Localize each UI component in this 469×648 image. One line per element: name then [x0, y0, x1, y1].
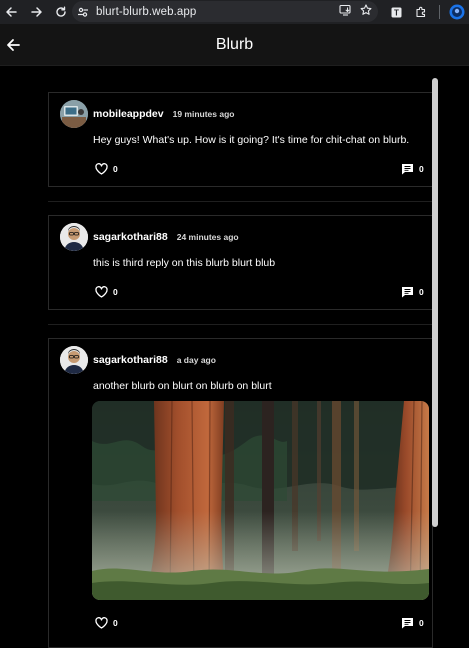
post-time: a day ago	[176, 355, 216, 365]
heart-icon	[95, 163, 108, 175]
comment-count: 0	[419, 287, 424, 297]
site-info-icon[interactable]	[72, 1, 94, 22]
browser-back-button[interactable]	[0, 2, 22, 22]
post-card[interactable]: mobileappdev 19 minutes ago Hey guys! Wha…	[48, 92, 433, 187]
heart-icon	[95, 617, 108, 629]
post-text: another blurb on blurt on blurb on blurt	[93, 380, 272, 392]
avatar[interactable]	[60, 223, 88, 251]
extensions-puzzle-icon[interactable]	[414, 3, 428, 21]
bookmark-star-icon[interactable]	[360, 3, 372, 21]
extension-icon-1[interactable]: T	[390, 3, 402, 21]
comment-icon	[402, 618, 413, 629]
heart-icon	[95, 286, 108, 298]
like-button[interactable]: 0	[95, 617, 118, 629]
post-header: sagarkothari88 a day ago	[93, 354, 216, 366]
like-button[interactable]: 0	[95, 286, 118, 298]
username[interactable]: mobileappdev	[93, 108, 164, 120]
post-header: mobileappdev 19 minutes ago	[93, 108, 235, 120]
avatar[interactable]	[60, 100, 88, 128]
scrollbar[interactable]	[432, 78, 438, 527]
profile-avatar-icon[interactable]	[448, 3, 466, 21]
page-title: Blurb	[215, 36, 254, 53]
post-card[interactable]: sagarkothari88 a day ago another blurb on…	[48, 338, 433, 648]
arrow-left-icon	[6, 7, 17, 17]
app-header: Blurb	[0, 24, 469, 66]
browser-forward-button[interactable]	[26, 2, 48, 22]
comment-count: 0	[419, 164, 424, 174]
scrollbar-thumb[interactable]	[432, 78, 438, 527]
comment-button[interactable]: 0	[401, 163, 424, 175]
blurb-feed: mobileappdev 19 minutes ago Hey guys! Wha…	[0, 66, 469, 648]
toolbar-divider	[438, 3, 440, 21]
post-separator	[48, 324, 433, 325]
avatar[interactable]	[60, 346, 88, 374]
post-text: this is third reply on this blurb blurt …	[93, 257, 276, 269]
url-text[interactable]: blurt-blurb.web.app	[96, 6, 196, 18]
comment-button[interactable]: 0	[401, 617, 424, 629]
post-image[interactable]	[92, 401, 429, 600]
comment-count: 0	[419, 618, 424, 628]
forest-redwood-trees-image	[92, 401, 429, 600]
install-app-icon[interactable]	[339, 3, 352, 21]
username[interactable]: sagarkothari88	[93, 354, 168, 366]
post-header: sagarkothari88 24 minutes ago	[93, 231, 239, 243]
post-time: 19 minutes ago	[172, 109, 235, 119]
like-button[interactable]: 0	[95, 163, 118, 175]
browser-reload-button[interactable]	[50, 2, 72, 22]
reload-icon	[56, 6, 66, 17]
post-card[interactable]: sagarkothari88 24 minutes ago this is thi…	[48, 215, 433, 310]
comment-icon	[402, 287, 413, 298]
comment-button[interactable]: 0	[401, 286, 424, 298]
username[interactable]: sagarkothari88	[93, 231, 168, 243]
post-separator	[48, 201, 433, 202]
like-count: 0	[113, 287, 118, 297]
arrow-right-icon	[31, 7, 42, 17]
post-time: 24 minutes ago	[176, 232, 239, 242]
address-bar[interactable]: blurt-blurb.web.app	[72, 1, 378, 22]
post-text: Hey guys! What's up. How is it going? It…	[93, 134, 410, 146]
svg-text:T: T	[394, 8, 399, 17]
like-count: 0	[113, 164, 118, 174]
like-count: 0	[113, 618, 118, 628]
browser-toolbar: blurt-blurb.web.app T	[0, 0, 469, 24]
comment-icon	[402, 164, 413, 175]
